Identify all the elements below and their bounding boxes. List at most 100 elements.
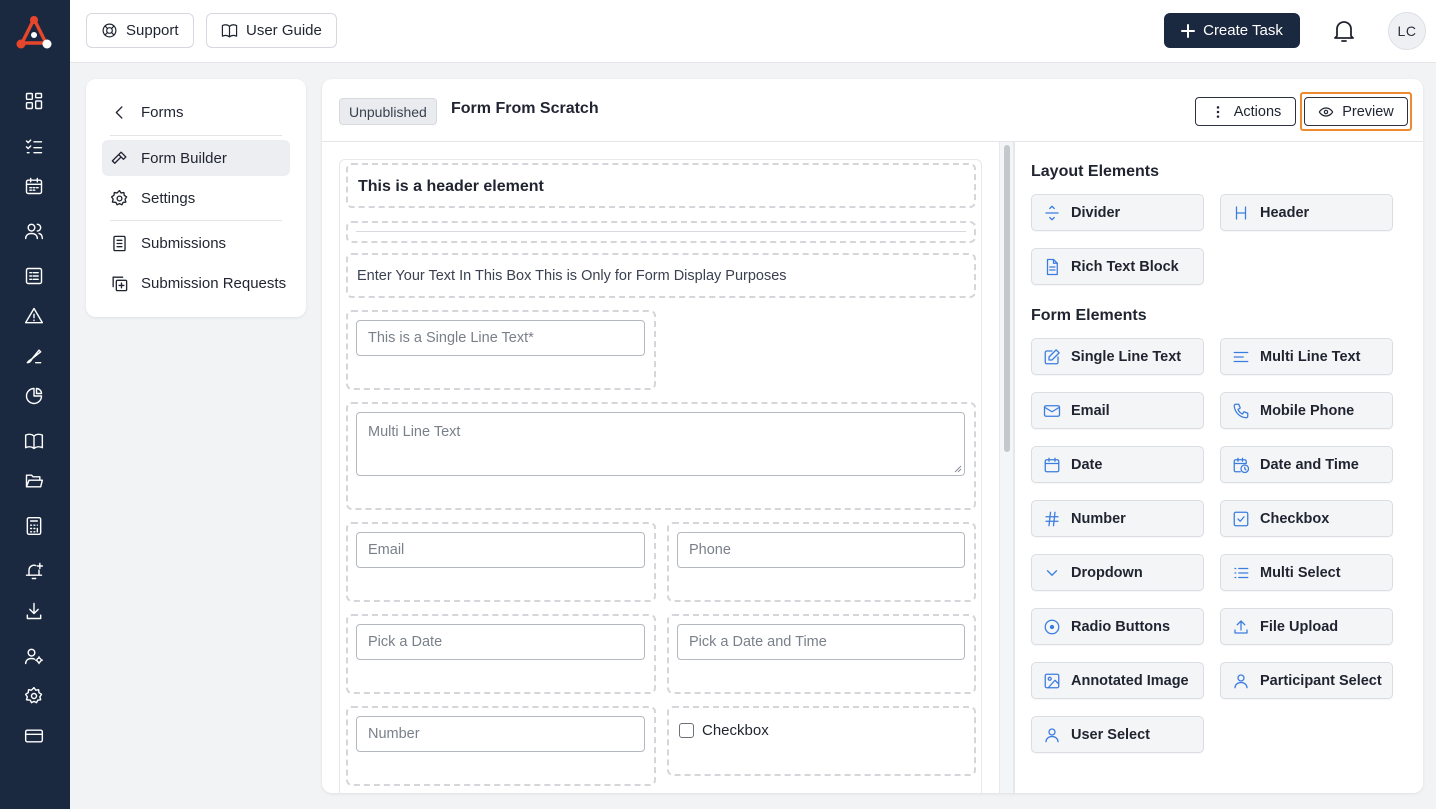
scrollbar-thumb[interactable] — [1004, 145, 1010, 452]
multi-line-textarea[interactable]: Multi Line Text — [356, 412, 965, 476]
avatar[interactable]: LC — [1388, 12, 1426, 50]
number-element[interactable]: Number — [346, 706, 656, 786]
palette-multi-select-button[interactable]: Multi Select — [1220, 554, 1393, 591]
signature-icon[interactable] — [23, 345, 45, 367]
palette-item-label: Multi Line Text — [1260, 348, 1361, 365]
multi-line-placeholder: Multi Line Text — [368, 424, 461, 440]
palette-item-label: Annotated Image — [1071, 672, 1189, 689]
document-list-icon — [113, 235, 126, 251]
settings-icon[interactable] — [23, 685, 45, 707]
nav-item-submission-requests[interactable]: Submission Requests — [102, 265, 290, 301]
divider-element[interactable] — [346, 221, 976, 243]
checkbox-icon — [1233, 511, 1249, 526]
calculator-icon[interactable] — [23, 515, 45, 537]
folder-icon[interactable] — [23, 470, 45, 492]
copy-plus-icon — [112, 275, 128, 291]
email-element[interactable]: Email — [346, 522, 656, 602]
single-line-text-element[interactable]: This is a Single Line Text* — [346, 310, 656, 390]
palette-mobile-phone-button[interactable]: Mobile Phone — [1220, 392, 1393, 429]
nav-divider — [110, 220, 282, 221]
palette-header-button[interactable]: Header — [1220, 194, 1393, 231]
bell-icon[interactable] — [1332, 18, 1356, 44]
checkbox-element[interactable]: Checkbox — [667, 706, 976, 776]
header-element[interactable]: This is a header element — [346, 163, 976, 208]
palette-radio-buttons-button[interactable]: Radio Buttons — [1031, 608, 1204, 645]
user-icon — [1045, 727, 1059, 742]
plus-icon — [1181, 23, 1196, 38]
download-icon[interactable] — [23, 600, 45, 622]
nav-item-form-builder[interactable]: Form Builder — [102, 140, 290, 176]
element-palette: Layout Elements Divider Header Rich Text… — [1014, 142, 1423, 793]
support-button[interactable]: Support — [86, 13, 194, 48]
date-input[interactable]: Pick a Date — [356, 624, 645, 660]
header-text: This is a header element — [358, 178, 544, 195]
palette-item-label: Participant Select — [1260, 672, 1382, 689]
palette-item-label: Multi Select — [1260, 564, 1341, 581]
palette-item-label: Checkbox — [1260, 510, 1330, 527]
task-list-icon[interactable] — [23, 135, 45, 157]
palette-date-button[interactable]: Date — [1031, 446, 1204, 483]
palette-item-label: Dropdown — [1071, 564, 1143, 581]
checkbox-label: Checkbox — [702, 722, 769, 739]
phone-input[interactable]: Phone — [677, 532, 965, 568]
date-element[interactable]: Pick a Date — [346, 614, 656, 694]
palette-number-button[interactable]: Number — [1031, 500, 1204, 537]
date-time-element[interactable]: Pick a Date and Time — [667, 614, 976, 694]
document-icon — [1046, 258, 1058, 275]
palette-rich-text-block-button[interactable]: Rich Text Block — [1031, 248, 1204, 285]
palette-file-upload-button[interactable]: File Upload — [1220, 608, 1393, 645]
palette-single-line-text-button[interactable]: Single Line Text — [1031, 338, 1204, 375]
book-icon[interactable] — [23, 430, 45, 452]
palette-checkbox-button[interactable]: Checkbox — [1220, 500, 1393, 537]
date-time-input[interactable]: Pick a Date and Time — [677, 624, 965, 660]
hammer-icon — [111, 150, 127, 164]
app-sidebar — [0, 0, 70, 809]
palette-date-and-time-button[interactable]: Date and Time — [1220, 446, 1393, 483]
user-guide-button[interactable]: User Guide — [206, 13, 337, 48]
rich-text-element[interactable]: Enter Your Text In This Box This is Only… — [346, 253, 976, 298]
multi-line-text-element[interactable]: Multi Line Text — [346, 402, 976, 510]
dashboard-icon[interactable] — [23, 90, 45, 112]
preview-label: Preview — [1342, 103, 1394, 120]
email-input[interactable]: Email — [356, 532, 645, 568]
gear-icon — [110, 189, 128, 206]
user-settings-icon[interactable] — [23, 645, 45, 667]
palette-divider-button[interactable]: Divider — [1031, 194, 1204, 231]
palette-participant-select-button[interactable]: Participant Select — [1220, 662, 1393, 699]
billing-card-icon[interactable] — [23, 725, 45, 747]
palette-item-label: File Upload — [1260, 618, 1339, 635]
palette-item-label: Email — [1071, 402, 1110, 419]
palette-multi-line-text-button[interactable]: Multi Line Text — [1220, 338, 1393, 375]
phone-element[interactable]: Phone — [667, 522, 976, 602]
back-to-forms-link[interactable]: Forms — [102, 94, 290, 130]
app-logo[interactable] — [15, 15, 53, 51]
actions-label: Actions — [1233, 103, 1282, 120]
form-list-icon[interactable] — [23, 265, 45, 287]
pie-chart-icon[interactable] — [23, 385, 45, 407]
preview-button[interactable]: Preview — [1304, 97, 1408, 126]
checkbox-field[interactable]: Checkbox — [679, 722, 769, 739]
actions-button[interactable]: Actions — [1195, 97, 1296, 126]
calendar-clock-icon — [1233, 457, 1250, 473]
nav-item-settings[interactable]: Settings — [102, 180, 290, 216]
create-task-button[interactable]: Create Task — [1164, 13, 1300, 48]
calendar-icon[interactable] — [23, 175, 45, 197]
palette-item-label: Date — [1071, 456, 1103, 473]
canvas-scrollbar[interactable] — [999, 142, 1014, 793]
notification-add-icon[interactable] — [23, 560, 45, 582]
status-badge: Unpublished — [339, 98, 437, 125]
nav-divider — [110, 135, 282, 136]
palette-item-label: Header — [1260, 204, 1310, 221]
warning-icon[interactable] — [23, 305, 45, 327]
palette-email-button[interactable]: Email — [1031, 392, 1204, 429]
palette-user-select-button[interactable]: User Select — [1031, 716, 1204, 753]
single-line-input[interactable]: This is a Single Line Text* — [356, 320, 645, 356]
number-input[interactable]: Number — [356, 716, 645, 752]
palette-item-label: Divider — [1071, 204, 1121, 221]
resize-grip-icon[interactable] — [953, 464, 962, 473]
palette-annotated-image-button[interactable]: Annotated Image — [1031, 662, 1204, 699]
palette-dropdown-button[interactable]: Dropdown — [1031, 554, 1204, 591]
checkbox-input[interactable] — [679, 723, 694, 738]
nav-item-submissions[interactable]: Submissions — [102, 225, 290, 261]
users-icon[interactable] — [23, 220, 45, 242]
